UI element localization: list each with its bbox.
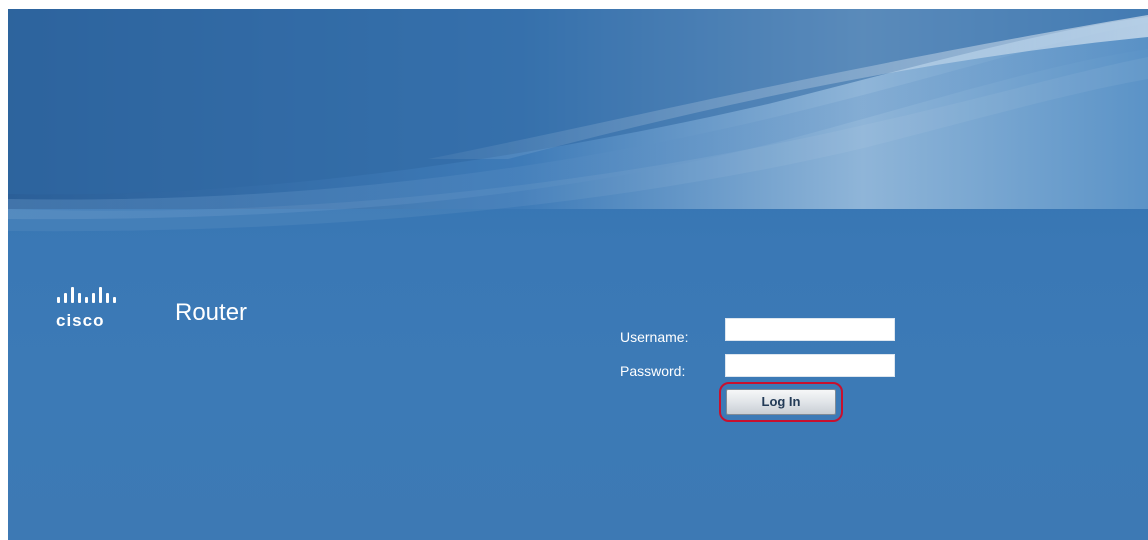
password-input[interactable] <box>725 354 895 377</box>
cisco-wordmark: cisco <box>56 311 105 330</box>
login-page-background: cisco Router <box>8 9 1148 540</box>
username-label: Username: <box>620 329 689 345</box>
login-button[interactable]: Log In <box>726 389 836 415</box>
cisco-logo: cisco <box>56 285 154 330</box>
background-swoosh <box>8 9 1148 232</box>
username-input[interactable] <box>725 318 895 341</box>
cisco-logo-icon <box>57 287 116 303</box>
product-name: Router <box>175 299 248 326</box>
password-label: Password: <box>620 363 686 379</box>
